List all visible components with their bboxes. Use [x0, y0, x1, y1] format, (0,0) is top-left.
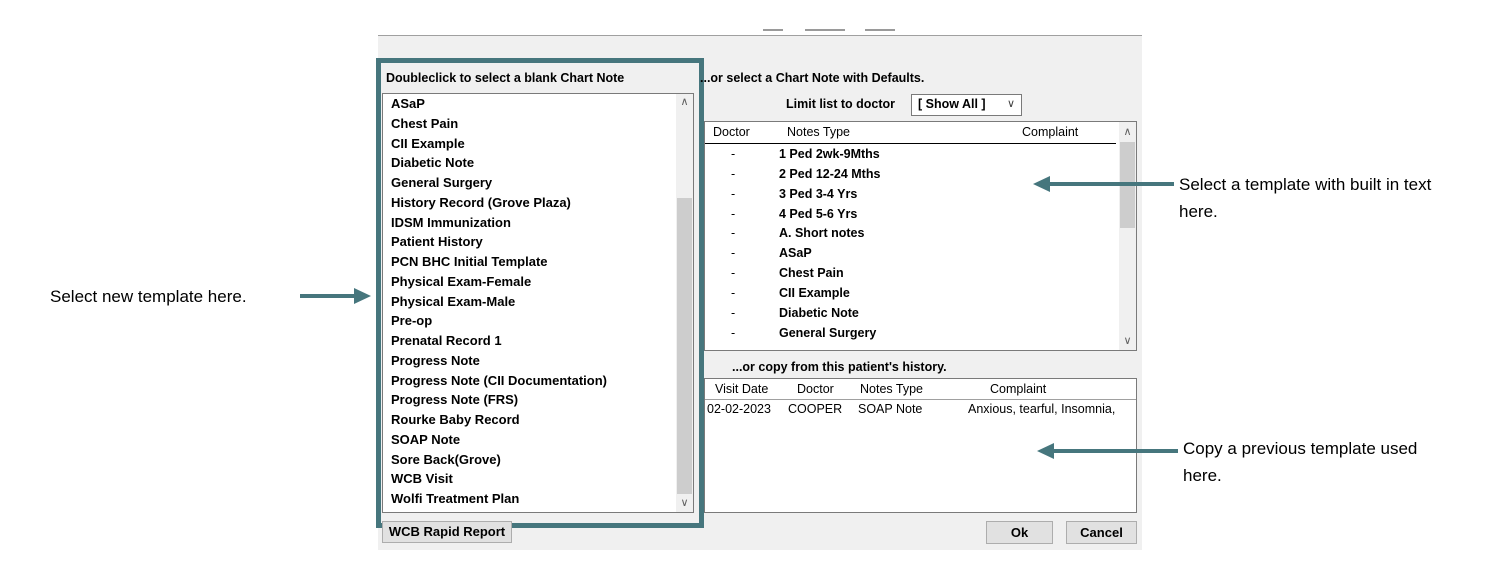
- ok-button[interactable]: Ok: [986, 521, 1053, 544]
- history-list[interactable]: Visit Date Doctor Notes Type Complaint 0…: [704, 378, 1137, 513]
- arrow-left-icon: [1037, 443, 1054, 459]
- notes-type-cell: CII Example: [779, 285, 850, 300]
- col-doctor[interactable]: Doctor: [713, 125, 750, 139]
- complaint-cell: Anxious, tearful, Insomnia,: [968, 402, 1116, 416]
- notes-type-cell: Chest Pain: [779, 266, 844, 281]
- arrow-line-left: [300, 294, 354, 298]
- history-header: ...or copy from this patient's history.: [732, 360, 947, 374]
- doctor-filter-select[interactable]: [ Show All ] ∨: [911, 94, 1022, 116]
- doctor-cell: COOPER: [788, 402, 843, 416]
- table-row[interactable]: - ASaP: [705, 245, 1115, 263]
- callout-select-builtin: Select a template with built in text her…: [1179, 171, 1431, 225]
- col-doctor[interactable]: Doctor: [797, 382, 834, 396]
- table-row[interactable]: - 3 Ped 3-4 Yrs: [705, 186, 1115, 204]
- scroll-down-icon[interactable]: ∨: [1119, 333, 1136, 350]
- table-row[interactable]: 02-02-2023 COOPER SOAP Note Anxious, tea…: [705, 401, 1136, 418]
- table-row[interactable]: - A. Short notes: [705, 225, 1115, 243]
- doctor-cell: -: [731, 325, 736, 340]
- wcb-rapid-report-button[interactable]: WCB Rapid Report: [382, 521, 512, 543]
- arrow-line-top-right: [1050, 182, 1174, 186]
- notes-type-cell: 4 Ped 5-6 Yrs: [779, 206, 858, 221]
- callout-select-new: Select new template here.: [50, 287, 247, 306]
- table-row[interactable]: - 4 Ped 5-6 Yrs: [705, 206, 1115, 224]
- doctor-cell: -: [731, 166, 736, 181]
- notes-type-cell: 3 Ped 3-4 Yrs: [779, 186, 858, 201]
- notes-type-cell: SOAP Note: [858, 402, 923, 416]
- limit-doctor-label: Limit list to doctor: [786, 97, 896, 111]
- arrow-right-icon: [354, 288, 371, 304]
- doctor-cell: -: [731, 305, 736, 320]
- doctor-cell: -: [731, 147, 736, 161]
- cancel-button[interactable]: Cancel: [1066, 521, 1137, 544]
- col-notes-type[interactable]: Notes Type: [787, 125, 850, 139]
- col-visit-date[interactable]: Visit Date: [715, 382, 768, 396]
- callout-line: Select a template with built in text: [1179, 175, 1432, 194]
- notes-type-cell: A. Short notes: [779, 226, 865, 241]
- scroll-up-icon[interactable]: ∧: [1119, 124, 1136, 141]
- notes-type-cell: 1 Ped 2wk-9Mths: [779, 147, 880, 161]
- doctor-cell: -: [731, 226, 736, 241]
- defaults-scrollbar[interactable]: ∧ ∨: [1119, 122, 1136, 350]
- doctor-cell: -: [731, 266, 736, 281]
- doctor-filter-value: [ Show All ]: [918, 97, 986, 111]
- table-row[interactable]: - General Surgery: [705, 325, 1115, 343]
- defaults-template-list[interactable]: Doctor Notes Type Complaint - 1 Ped 2wk-9…: [704, 121, 1137, 351]
- dialog-title-fragment: [745, 27, 905, 33]
- col-complaint[interactable]: Complaint: [1022, 125, 1078, 139]
- doctor-cell: -: [731, 246, 736, 261]
- notes-type-cell: ASaP: [779, 246, 812, 261]
- doctor-cell: -: [731, 285, 736, 300]
- doctor-cell: -: [731, 186, 736, 201]
- header-divider: [705, 399, 1136, 400]
- table-row[interactable]: - Chest Pain: [705, 265, 1115, 283]
- notes-type-cell: Diabetic Note: [779, 305, 859, 320]
- table-row[interactable]: - 1 Ped 2wk-9Mths: [705, 146, 1115, 164]
- chevron-down-icon: ∨: [1006, 98, 1015, 110]
- table-row[interactable]: - Diabetic Note: [705, 305, 1115, 323]
- header-divider: [705, 143, 1116, 144]
- arrow-left-icon: [1033, 176, 1050, 192]
- callout-line: here.: [1183, 466, 1222, 485]
- notes-type-cell: General Surgery: [779, 325, 877, 340]
- table-row[interactable]: - CII Example: [705, 285, 1115, 303]
- col-notes-type[interactable]: Notes Type: [860, 382, 923, 396]
- defaults-header: ...or select a Chart Note with Defaults.: [700, 71, 925, 85]
- col-complaint[interactable]: Complaint: [990, 382, 1046, 396]
- callout-copy-previous: Copy a previous template used here.: [1183, 435, 1417, 489]
- visit-date-cell: 02-02-2023: [707, 402, 771, 416]
- doctor-cell: -: [731, 206, 736, 221]
- callout-line: Copy a previous template used: [1183, 439, 1418, 458]
- callout-line: here.: [1179, 202, 1218, 221]
- notes-type-cell: 2 Ped 12-24 Mths: [779, 166, 881, 181]
- arrow-line-bottom-right: [1054, 449, 1178, 453]
- highlight-frame: [376, 58, 704, 528]
